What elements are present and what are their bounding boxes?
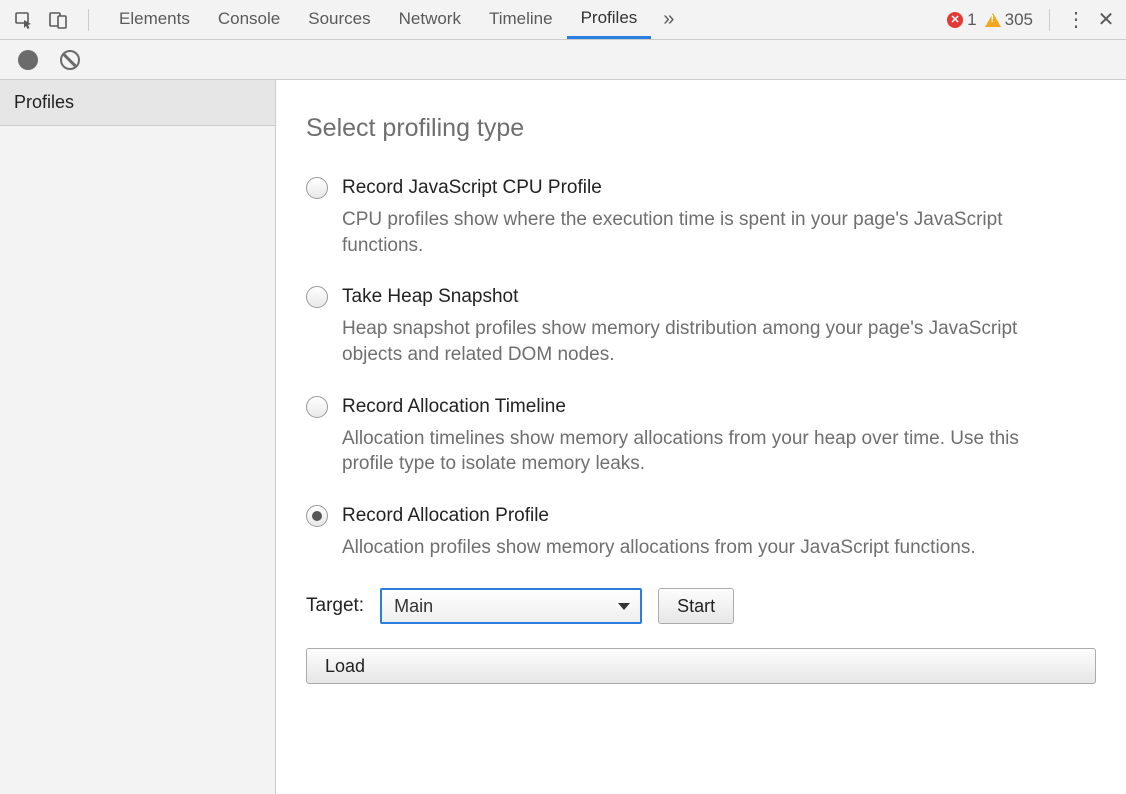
record-button-icon[interactable] [18, 50, 38, 70]
target-select[interactable]: Main [380, 588, 642, 624]
option-desc: Heap snapshot profiles show memory distr… [342, 316, 1072, 367]
clear-button-icon[interactable] [60, 50, 80, 70]
error-count-value: 1 [967, 10, 976, 30]
tab-elements[interactable]: Elements [105, 0, 204, 39]
radio-allocation-profile[interactable] [306, 505, 328, 527]
profiles-subtoolbar [0, 40, 1126, 80]
option-title: Record Allocation Profile [342, 505, 549, 527]
start-button-label: Start [677, 596, 715, 617]
load-button-label: Load [325, 656, 365, 677]
sidebar-item-label: Profiles [14, 92, 74, 113]
tab-sources[interactable]: Sources [294, 0, 384, 39]
toolbar-divider [1049, 9, 1050, 31]
option-head: Record Allocation Timeline [306, 396, 1096, 418]
option-desc: Allocation profiles show memory allocati… [342, 535, 1072, 561]
tab-timeline[interactable]: Timeline [475, 0, 567, 39]
warning-count[interactable]: 305 [985, 10, 1033, 30]
radio-heap-snapshot[interactable] [306, 286, 328, 308]
option-title: Take Heap Snapshot [342, 286, 518, 308]
inspect-element-icon[interactable] [14, 10, 34, 30]
main-panel: Select profiling type Record JavaScript … [276, 80, 1126, 794]
target-select-value: Main [394, 596, 433, 617]
body: Profiles Select profiling type Record Ja… [0, 80, 1126, 794]
tab-console[interactable]: Console [204, 0, 294, 39]
warning-icon [985, 13, 1001, 27]
toolbar-left-icons [14, 9, 95, 31]
sidebar-item-profiles[interactable]: Profiles [0, 80, 275, 126]
load-button[interactable]: Load [306, 648, 1096, 684]
page-title: Select profiling type [306, 114, 1096, 143]
panel-tabs: Elements Console Sources Network Timelin… [105, 0, 651, 39]
radio-cpu-profile[interactable] [306, 177, 328, 199]
option-cpu-profile: Record JavaScript CPU Profile CPU profil… [306, 177, 1096, 258]
option-head: Record Allocation Profile [306, 505, 1096, 527]
radio-allocation-timeline[interactable] [306, 396, 328, 418]
chevron-down-icon [618, 603, 630, 610]
warning-count-value: 305 [1005, 10, 1033, 30]
target-label: Target: [306, 595, 364, 617]
settings-menu-icon[interactable]: ⋮ [1066, 7, 1086, 32]
top-toolbar: Elements Console Sources Network Timelin… [0, 0, 1126, 40]
option-head: Record JavaScript CPU Profile [306, 177, 1096, 199]
target-row: Target: Main Start [306, 588, 1096, 624]
option-head: Take Heap Snapshot [306, 286, 1096, 308]
error-count[interactable]: ✕ 1 [947, 10, 976, 30]
option-allocation-profile: Record Allocation Profile Allocation pro… [306, 505, 1096, 561]
start-button[interactable]: Start [658, 588, 734, 624]
toolbar-divider [88, 9, 89, 31]
option-title: Record JavaScript CPU Profile [342, 177, 602, 199]
sidebar: Profiles [0, 80, 276, 794]
load-row: Load [306, 648, 1096, 684]
toolbar-right: ✕ 1 305 ⋮ ✕ [947, 7, 1118, 32]
more-tabs-icon[interactable]: » [663, 8, 674, 31]
device-mode-icon[interactable] [48, 10, 68, 30]
tab-profiles[interactable]: Profiles [567, 0, 652, 39]
option-desc: Allocation timelines show memory allocat… [342, 426, 1072, 477]
option-allocation-timeline: Record Allocation Timeline Allocation ti… [306, 396, 1096, 477]
option-title: Record Allocation Timeline [342, 396, 566, 418]
option-desc: CPU profiles show where the execution ti… [342, 207, 1072, 258]
tab-network[interactable]: Network [385, 0, 475, 39]
error-icon: ✕ [947, 12, 963, 28]
close-icon[interactable]: ✕ [1094, 7, 1118, 32]
option-heap-snapshot: Take Heap Snapshot Heap snapshot profile… [306, 286, 1096, 367]
